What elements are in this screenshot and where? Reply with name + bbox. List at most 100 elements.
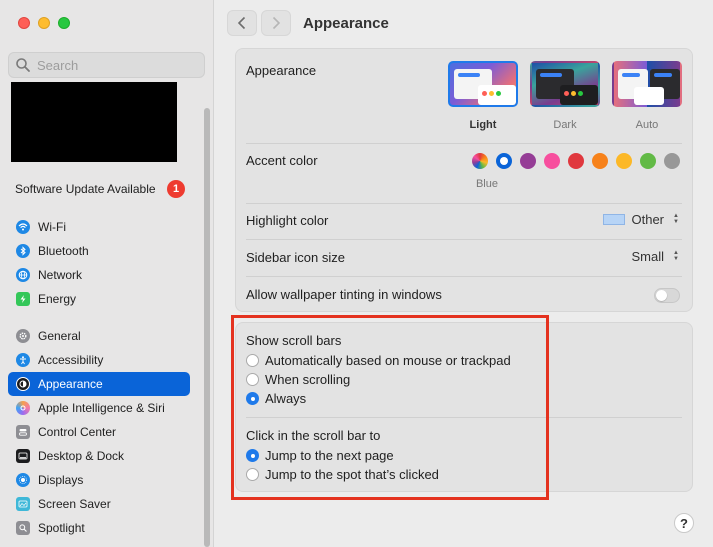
- sidebar-item-displays[interactable]: Displays: [8, 468, 190, 492]
- appearance-option-dark[interactable]: Dark: [530, 61, 600, 131]
- sidebar-item-energy[interactable]: Energy: [8, 287, 190, 311]
- sidebar-item-label: Accessibility: [38, 353, 104, 367]
- globe-icon: [16, 268, 30, 282]
- wifi-icon: [16, 220, 30, 234]
- accent-swatch-pink[interactable]: [544, 153, 560, 169]
- toggle-knob: [656, 290, 667, 301]
- close-button[interactable]: [18, 17, 30, 29]
- minimize-button[interactable]: [38, 17, 50, 29]
- accent-swatch-graphite[interactable]: [664, 153, 680, 169]
- toolbar: Appearance: [227, 10, 389, 36]
- sidebar-item-label: Screen Saver: [38, 497, 111, 511]
- chevron-right-icon: [272, 16, 281, 30]
- dock-icon: [16, 449, 30, 463]
- appearance-options: Light Dark Auto: [448, 61, 682, 131]
- chevron-left-icon: [237, 16, 246, 30]
- auto-preview: [612, 61, 682, 107]
- light-preview: [448, 61, 518, 107]
- sidebar-item-desktop-dock[interactable]: Desktop & Dock: [8, 444, 190, 468]
- sidebar-item-label: General: [38, 329, 81, 343]
- sidebar-item-control-center[interactable]: Control Center: [8, 420, 190, 444]
- sidebar-item-network[interactable]: Network: [8, 263, 190, 287]
- bolt-icon: [16, 292, 30, 306]
- appearance-icon: [16, 377, 30, 391]
- apple-account-card[interactable]: [11, 82, 177, 162]
- appearance-settings-panel: Appearance Light Dark Auto Accent color …: [235, 48, 693, 312]
- divider: [246, 203, 682, 204]
- zoom-button[interactable]: [58, 17, 70, 29]
- back-button[interactable]: [227, 10, 257, 36]
- software-update-item[interactable]: Software Update Available 1: [15, 180, 185, 198]
- wallpaper-tinting-label: Allow wallpaper tinting in windows: [246, 287, 442, 302]
- screen-saver-icon: [16, 497, 30, 511]
- dark-preview: [530, 61, 600, 107]
- control-center-icon: [16, 425, 30, 439]
- appearance-option-label: Light: [469, 119, 497, 131]
- highlight-color-label: Highlight color: [246, 213, 329, 228]
- help-button[interactable]: ?: [674, 513, 694, 533]
- highlight-color-popup[interactable]: Other ▲ ▼: [603, 211, 682, 227]
- sidebar-group-connectivity: Wi-Fi Bluetooth Network Energy: [8, 215, 190, 311]
- accessibility-icon: [16, 353, 30, 367]
- accent-swatch-multicolor[interactable]: [472, 153, 488, 169]
- chevron-updown-icon: ▲ ▼: [673, 250, 679, 262]
- sidebar-item-general[interactable]: General: [8, 324, 190, 348]
- appearance-option-auto[interactable]: Auto: [612, 61, 682, 131]
- sidebar-item-label: Network: [38, 268, 83, 282]
- sidebar-icon-size-label: Sidebar icon size: [246, 250, 345, 265]
- appearance-label: Appearance: [246, 63, 317, 78]
- sidebar-item-label: Spotlight: [38, 521, 85, 535]
- sidebar-icon-size-popup[interactable]: Small ▲ ▼: [631, 248, 682, 264]
- chevron-updown-icon: ▲ ▼: [673, 213, 679, 225]
- page-title: Appearance: [303, 14, 389, 32]
- sidebar-item-appearance[interactable]: Appearance: [8, 372, 190, 396]
- divider: [246, 239, 682, 240]
- sidebar-item-label: Energy: [38, 292, 77, 306]
- sidebar-item-label: Wi-Fi: [38, 220, 66, 234]
- accent-swatch-orange[interactable]: [592, 153, 608, 169]
- accent-swatch-yellow[interactable]: [616, 153, 632, 169]
- sidebar-item-bluetooth[interactable]: Bluetooth: [8, 239, 190, 263]
- sidebar-item-apple-intelligence[interactable]: Apple Intelligence & Siri: [8, 396, 190, 420]
- accent-swatch-blue[interactable]: [496, 153, 512, 169]
- search-input[interactable]: [37, 57, 197, 73]
- software-update-label: Software Update Available: [15, 182, 156, 196]
- sidebar-scrollbar[interactable]: [204, 108, 210, 547]
- siri-icon: [16, 401, 30, 415]
- sidebar-item-accessibility[interactable]: Accessibility: [8, 348, 190, 372]
- sidebar-item-label: Apple Intelligence & Siri: [38, 401, 165, 415]
- search-icon: [15, 57, 31, 73]
- appearance-option-label: Dark: [553, 119, 577, 131]
- window-controls: [18, 17, 70, 29]
- magnifier-icon: [16, 521, 30, 535]
- sidebar-item-label: Bluetooth: [38, 244, 89, 258]
- sidebar-item-wifi[interactable]: Wi-Fi: [8, 215, 190, 239]
- sidebar-item-screen-saver[interactable]: Screen Saver: [8, 492, 190, 516]
- sidebar-item-label: Desktop & Dock: [38, 449, 125, 463]
- divider: [246, 143, 682, 144]
- sidebar-item-label: Displays: [38, 473, 84, 487]
- highlight-annotation-box: [231, 315, 549, 500]
- appearance-option-label: Auto: [635, 119, 659, 131]
- sidebar-item-spotlight[interactable]: Spotlight: [8, 516, 190, 540]
- sidebar-icon-size-value: Small: [631, 248, 664, 264]
- sidebar-item-label: Appearance: [38, 377, 103, 391]
- search-box[interactable]: [8, 52, 205, 78]
- bluetooth-icon: [16, 244, 30, 258]
- accent-swatch-green[interactable]: [640, 153, 656, 169]
- sidebar: Software Update Available 1 Wi-Fi Blueto…: [0, 0, 214, 547]
- forward-button[interactable]: [261, 10, 291, 36]
- highlight-color-swatch: [603, 213, 626, 225]
- accent-color-picker: [472, 153, 680, 169]
- sidebar-item-label: Control Center: [38, 425, 117, 439]
- accent-color-caption: Blue: [475, 178, 498, 190]
- appearance-option-light[interactable]: Light: [448, 61, 518, 131]
- accent-color-label: Accent color: [246, 153, 318, 168]
- divider: [246, 276, 682, 277]
- accent-swatch-purple[interactable]: [520, 153, 536, 169]
- highlight-color-value: Other: [631, 211, 664, 227]
- wallpaper-tinting-toggle[interactable]: [654, 288, 680, 303]
- update-count-badge: 1: [167, 180, 185, 198]
- accent-swatch-red[interactable]: [568, 153, 584, 169]
- sun-icon: [16, 473, 30, 487]
